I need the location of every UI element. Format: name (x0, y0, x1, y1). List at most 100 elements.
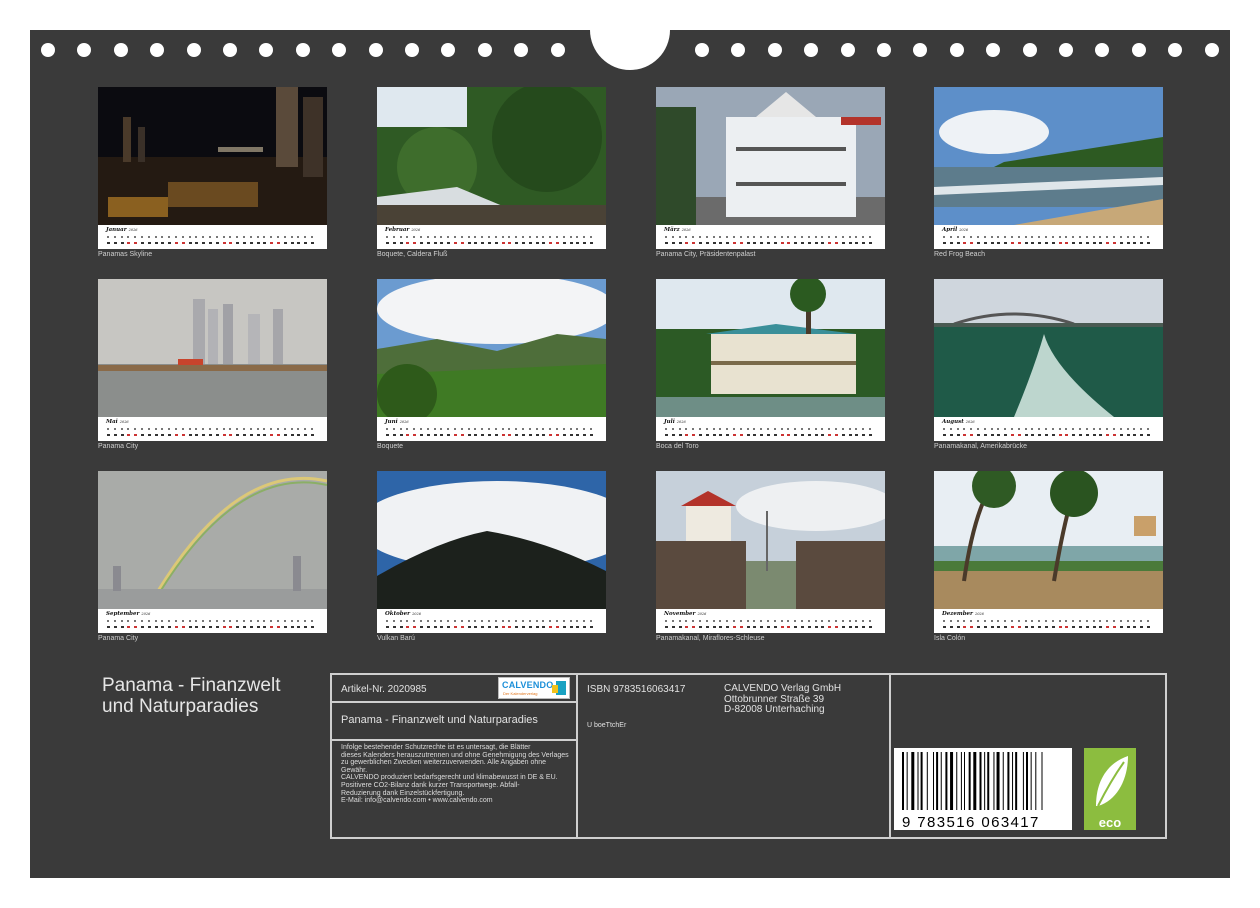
day-cell (1071, 619, 1076, 630)
barcode-bar (973, 752, 977, 810)
barcode-bar (968, 752, 971, 810)
day-cell (841, 619, 846, 630)
day-cell (392, 619, 397, 630)
day-cell (276, 619, 281, 630)
day-cell (555, 235, 560, 246)
day-cell (1098, 427, 1103, 438)
day-cell (1092, 235, 1097, 246)
day-cell (780, 427, 785, 438)
day-cell (1119, 427, 1124, 438)
month-photo (934, 471, 1163, 609)
day-cell (412, 619, 417, 630)
day-cell (698, 235, 703, 246)
hanger-cutout (590, 30, 670, 70)
day-cell (990, 235, 995, 246)
binding-hole (514, 43, 529, 57)
day-cell (249, 619, 254, 630)
day-cell (154, 619, 159, 630)
day-row (942, 235, 1157, 246)
day-row (664, 427, 879, 438)
month-name: Oktober 2026 (385, 611, 421, 617)
day-row (106, 619, 321, 630)
day-cell (739, 235, 744, 246)
day-cell (1017, 619, 1022, 630)
binding-hole (550, 43, 565, 57)
month-photo (377, 279, 606, 417)
binding-hole (840, 43, 855, 57)
month-name-text: Januar (106, 227, 127, 233)
calendar-strip: März 2026 (656, 225, 885, 249)
day-cell (827, 427, 832, 438)
month-3: März 2026 Panama City, Präsidentenpalast (656, 87, 885, 263)
day-cell (1085, 427, 1090, 438)
day-cell (535, 235, 540, 246)
day-cell (167, 427, 172, 438)
day-cell (582, 427, 587, 438)
calendar-strip: August 2026 (934, 417, 1163, 441)
day-cell (310, 427, 315, 438)
day-cell (473, 235, 478, 246)
publisher-address: CALVENDO Verlag GmbH Ottobrunner Straße … (724, 683, 841, 716)
day-cell (1092, 619, 1097, 630)
barcode-bar (920, 752, 923, 810)
day-cell (555, 427, 560, 438)
day-cell (446, 235, 451, 246)
day-cell (1058, 235, 1063, 246)
day-cell (712, 235, 717, 246)
day-cell (807, 427, 812, 438)
binding-hole (1131, 43, 1146, 57)
day-cell (1119, 235, 1124, 246)
day-cell (514, 619, 519, 630)
day-cell (793, 427, 798, 438)
day-row (106, 427, 321, 438)
photo-caption: Isla Colón (934, 635, 966, 642)
calendar-strip: Mai 2026 (98, 417, 327, 441)
binding-hole (1022, 43, 1037, 57)
day-cell (773, 235, 778, 246)
day-cell (712, 619, 717, 630)
day-cell (705, 235, 710, 246)
day-cell (990, 427, 995, 438)
day-cell (698, 619, 703, 630)
binding-hole (223, 43, 237, 57)
day-cell (310, 619, 315, 630)
day-cell (303, 235, 308, 246)
day-cell (385, 619, 390, 630)
day-cell (562, 619, 567, 630)
day-cell (725, 235, 730, 246)
day-cell (569, 619, 574, 630)
binding-hole (986, 43, 1001, 57)
day-cell (739, 427, 744, 438)
month-8: August 2026 Panamakanal, Amerikabrücke (934, 279, 1163, 455)
day-cell (473, 427, 478, 438)
day-cell (303, 619, 308, 630)
day-cell (752, 235, 757, 246)
day-cell (746, 427, 751, 438)
month-photo (98, 279, 327, 417)
day-cell (433, 619, 438, 630)
day-cell (1051, 619, 1056, 630)
day-cell (419, 427, 424, 438)
barcode-bar (902, 752, 904, 810)
day-cell (705, 619, 710, 630)
day-cell (854, 235, 859, 246)
month-10: Oktober 2026 Vulkan Barú (377, 471, 606, 647)
day-cell (467, 235, 472, 246)
day-cell (1132, 235, 1137, 246)
day-cell (412, 235, 417, 246)
day-cell (174, 619, 179, 630)
day-cell (1003, 235, 1008, 246)
day-cell (310, 235, 315, 246)
day-cell (820, 427, 825, 438)
day-cell (419, 619, 424, 630)
day-cell (188, 619, 193, 630)
day-cell (956, 619, 961, 630)
day-cell (976, 235, 981, 246)
legal-line: Reduzierung dank Einzelstückfertigung. (341, 789, 465, 797)
barcode-bar (1030, 752, 1032, 810)
day-cell (820, 235, 825, 246)
day-cell (426, 235, 431, 246)
barcode-bar (996, 752, 1000, 810)
day-cell (1017, 427, 1022, 438)
day-cell (664, 619, 669, 630)
